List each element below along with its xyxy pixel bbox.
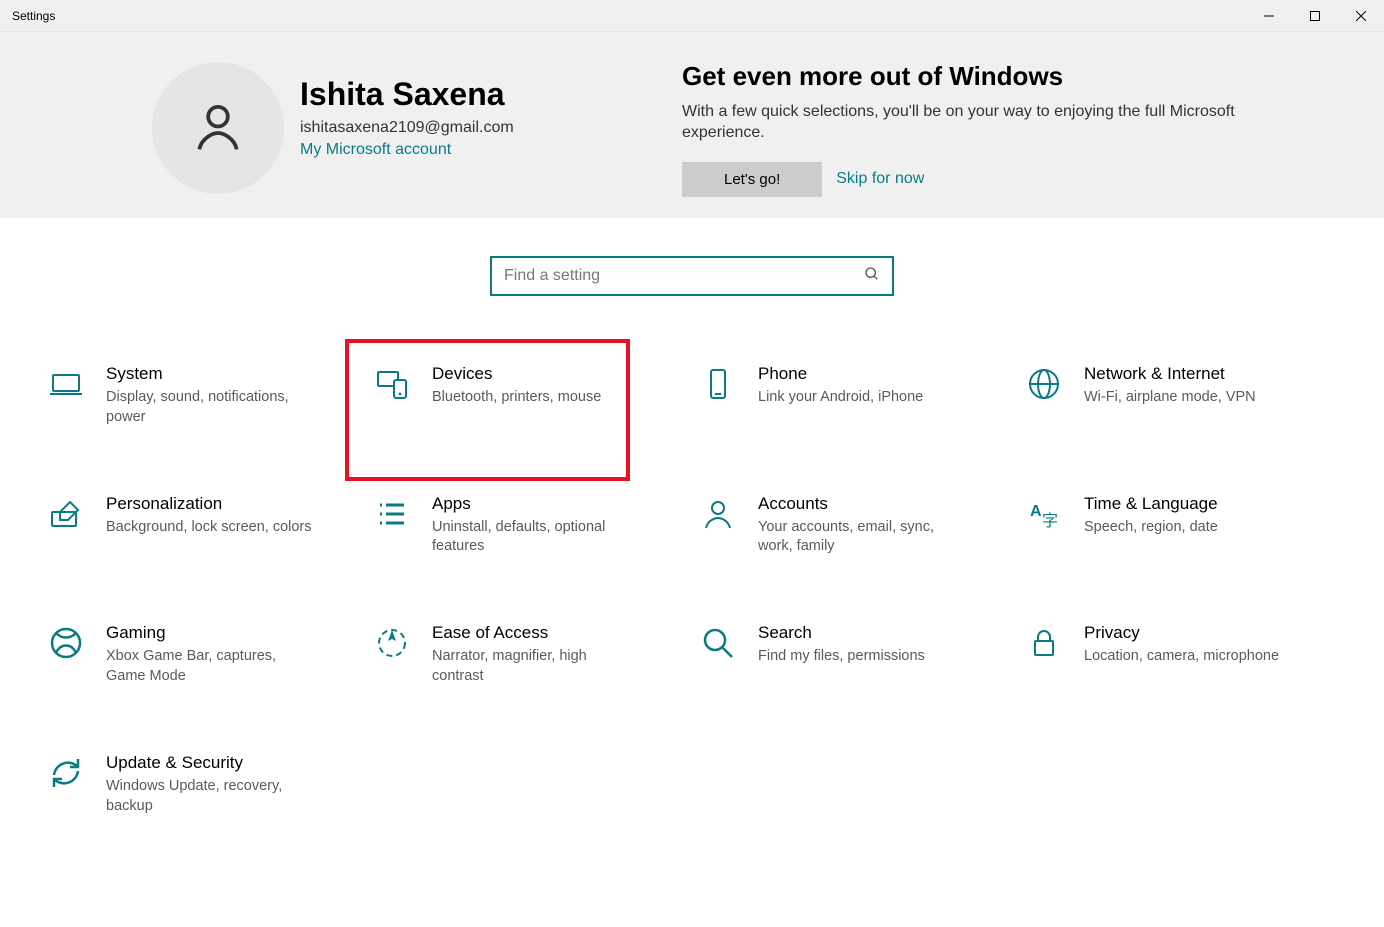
window-controls — [1246, 0, 1384, 31]
tile-title: Gaming — [106, 623, 316, 643]
tile-sub: Speech, region, date — [1084, 518, 1218, 538]
tile-text: Gaming Xbox Game Bar, captures, Game Mod… — [106, 623, 316, 687]
titlebar: Settings — [0, 0, 1384, 32]
search-box[interactable] — [490, 256, 894, 296]
tile-sub: Location, camera, microphone — [1084, 647, 1279, 667]
searchbig-icon — [698, 623, 738, 663]
tile-text: Personalization Background, lock screen,… — [106, 494, 312, 538]
search-input[interactable] — [504, 267, 864, 285]
skip-for-now-link[interactable]: Skip for now — [836, 170, 924, 188]
tile-sub: Your accounts, email, sync, work, family — [758, 518, 968, 557]
lang-icon — [1024, 494, 1064, 534]
promo-desc: With a few quick selections, you'll be o… — [682, 101, 1272, 144]
laptop-icon — [46, 364, 86, 404]
promo-block: Get even more out of Windows With a few … — [682, 62, 1272, 218]
tile-title: Phone — [758, 364, 923, 384]
close-button[interactable] — [1338, 0, 1384, 31]
tile-title: Search — [758, 623, 925, 643]
lets-go-button[interactable]: Let's go! — [682, 162, 822, 197]
user-name: Ishita Saxena — [300, 76, 514, 113]
tile-sub: Narrator, magnifier, high contrast — [432, 647, 642, 686]
tile-sub: Bluetooth, printers, mouse — [432, 388, 601, 408]
phone-icon — [698, 364, 738, 404]
tile-sub: Display, sound, notifications, power — [106, 388, 316, 427]
category-personalization[interactable]: Personalization Background, lock screen,… — [46, 490, 372, 562]
globe-icon — [1024, 364, 1064, 404]
tile-text: Phone Link your Android, iPhone — [758, 364, 923, 408]
tile-title: Apps — [432, 494, 642, 514]
tile-sub: Find my files, permissions — [758, 647, 925, 667]
tile-text: Time & Language Speech, region, date — [1084, 494, 1218, 538]
user-text: Ishita Saxena ishitasaxena2109@gmail.com… — [284, 62, 514, 159]
window-title: Settings — [0, 9, 55, 23]
tile-title: Personalization — [106, 494, 312, 514]
promo-title: Get even more out of Windows — [682, 62, 1272, 91]
tile-sub: Link your Android, iPhone — [758, 388, 923, 408]
categories-grid: System Display, sound, notifications, po… — [0, 296, 1384, 820]
category-search[interactable]: Search Find my files, permissions — [698, 619, 1024, 691]
category-accounts[interactable]: Accounts Your accounts, email, sync, wor… — [698, 490, 1024, 562]
ease-icon — [372, 623, 412, 663]
category-devices[interactable]: Devices Bluetooth, printers, mouse — [372, 360, 698, 432]
tile-text: Search Find my files, permissions — [758, 623, 925, 667]
tile-title: System — [106, 364, 316, 384]
search-row — [0, 218, 1384, 296]
tile-text: Network & Internet Wi-Fi, airplane mode,… — [1084, 364, 1256, 408]
tile-sub: Windows Update, recovery, backup — [106, 777, 316, 816]
category-apps[interactable]: Apps Uninstall, defaults, optional featu… — [372, 490, 698, 562]
tile-title: Privacy — [1084, 623, 1279, 643]
lock-icon — [1024, 623, 1064, 663]
category-system[interactable]: System Display, sound, notifications, po… — [46, 360, 372, 432]
search-icon — [864, 266, 880, 287]
category-ease[interactable]: Ease of Access Narrator, magnifier, high… — [372, 619, 698, 691]
category-phone[interactable]: Phone Link your Android, iPhone — [698, 360, 1024, 432]
category-update[interactable]: Update & Security Windows Update, recove… — [46, 749, 372, 821]
tile-title: Ease of Access — [432, 623, 642, 643]
maximize-button[interactable] — [1292, 0, 1338, 31]
category-privacy[interactable]: Privacy Location, camera, microphone — [1024, 619, 1350, 691]
tile-text: Ease of Access Narrator, magnifier, high… — [432, 623, 642, 687]
pen-icon — [46, 494, 86, 534]
tile-sub: Uninstall, defaults, optional features — [432, 518, 642, 557]
user-block: Ishita Saxena ishitasaxena2109@gmail.com… — [0, 62, 682, 218]
xbox-icon — [46, 623, 86, 663]
category-gaming[interactable]: Gaming Xbox Game Bar, captures, Game Mod… — [46, 619, 372, 691]
list-icon — [372, 494, 412, 534]
person-icon — [698, 494, 738, 534]
tile-text: Accounts Your accounts, email, sync, wor… — [758, 494, 968, 558]
tile-sub: Xbox Game Bar, captures, Game Mode — [106, 647, 316, 686]
category-timelang[interactable]: Time & Language Speech, region, date — [1024, 490, 1350, 562]
user-email: ishitasaxena2109@gmail.com — [300, 119, 514, 137]
tile-text: Update & Security Windows Update, recove… — [106, 753, 316, 817]
tile-title: Update & Security — [106, 753, 316, 773]
devices-icon — [372, 364, 412, 404]
header-area: Ishita Saxena ishitasaxena2109@gmail.com… — [0, 32, 1384, 218]
tile-title: Network & Internet — [1084, 364, 1256, 384]
my-microsoft-account-link[interactable]: My Microsoft account — [300, 141, 514, 159]
tile-text: Devices Bluetooth, printers, mouse — [432, 364, 601, 408]
tile-sub: Background, lock screen, colors — [106, 518, 312, 538]
tile-text: System Display, sound, notifications, po… — [106, 364, 316, 428]
tile-title: Time & Language — [1084, 494, 1218, 514]
tile-title: Accounts — [758, 494, 968, 514]
category-network[interactable]: Network & Internet Wi-Fi, airplane mode,… — [1024, 360, 1350, 432]
minimize-button[interactable] — [1246, 0, 1292, 31]
sync-icon — [46, 753, 86, 793]
tile-sub: Wi-Fi, airplane mode, VPN — [1084, 388, 1256, 408]
person-icon — [190, 98, 246, 159]
tile-title: Devices — [432, 364, 601, 384]
tile-text: Privacy Location, camera, microphone — [1084, 623, 1279, 667]
avatar[interactable] — [152, 62, 284, 194]
promo-actions: Let's go! Skip for now — [682, 162, 1272, 197]
tile-text: Apps Uninstall, defaults, optional featu… — [432, 494, 642, 558]
